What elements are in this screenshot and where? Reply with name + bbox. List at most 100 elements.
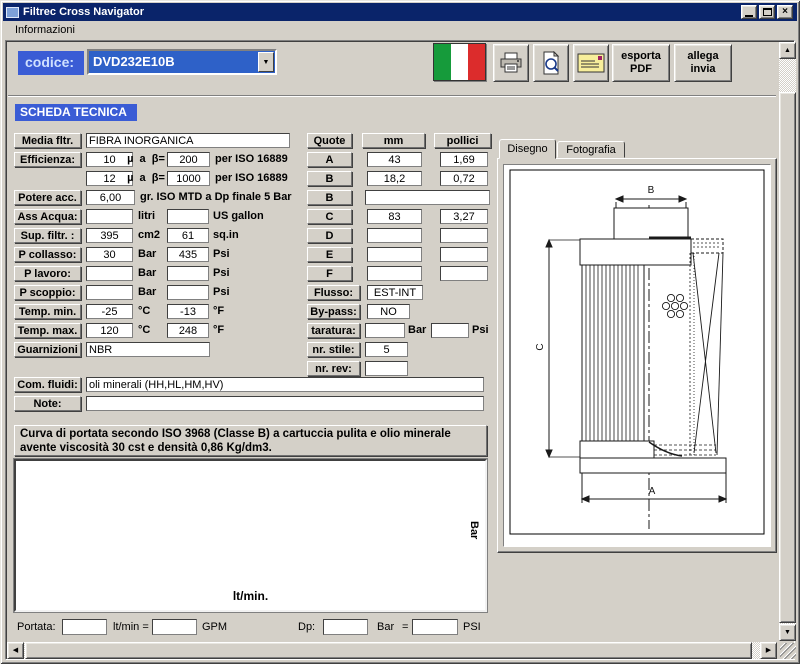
dp-label: Dp:: [298, 621, 316, 633]
gpm-input[interactable]: [152, 619, 197, 635]
quote-b-mm-input[interactable]: [367, 171, 422, 186]
menubar: Informazioni: [3, 21, 797, 40]
burst-psi-unit: Psi: [213, 286, 230, 298]
style-number-label: nr. stile:: [307, 342, 360, 357]
tab-disegno[interactable]: Disegno: [499, 139, 556, 159]
temp-max-f-input[interactable]: [167, 323, 209, 338]
chevron-down-icon: ▼: [262, 59, 270, 66]
revision-number-input[interactable]: [365, 361, 408, 376]
flow-chart: Bar lt/min.: [14, 459, 487, 612]
temp-min-c-input[interactable]: [86, 304, 133, 319]
export-pdf-label-line2: PDF: [630, 63, 652, 75]
attach-send-label-line2: invia: [690, 63, 716, 75]
quote-b-pollici-input[interactable]: [440, 171, 488, 186]
quote-f-mm-input[interactable]: [367, 266, 422, 281]
filter-drawing: B A C: [509, 169, 765, 535]
quote-e-mm-input[interactable]: [367, 247, 422, 262]
minimize-button[interactable]: [741, 5, 757, 19]
dp-input[interactable]: [323, 619, 368, 635]
working-bar-input[interactable]: [86, 266, 133, 281]
horizontal-scroll-thumb[interactable]: [25, 642, 752, 659]
printer-icon: [500, 52, 522, 73]
quote-d-mm-input[interactable]: [367, 228, 422, 243]
note-input[interactable]: [86, 396, 484, 411]
temp-min-f-input[interactable]: [167, 304, 209, 319]
collapse-psi-input[interactable]: [167, 247, 209, 262]
burst-bar-input[interactable]: [86, 285, 133, 300]
ltmin-equals-label: lt/min =: [113, 621, 149, 633]
preview-button[interactable]: [533, 44, 569, 82]
scroll-up-button[interactable]: ▲: [779, 42, 796, 59]
maximize-button[interactable]: [759, 5, 775, 19]
codice-dropdown-button[interactable]: ▼: [258, 52, 274, 72]
scroll-left-button[interactable]: ◀: [7, 642, 24, 659]
dirt-capacity-unit: gr. ISO MTD a Dp finale 5 Bar: [140, 191, 292, 203]
collapse-bar-input[interactable]: [86, 247, 133, 262]
burst-psi-input[interactable]: [167, 285, 209, 300]
taratura-bar-input[interactable]: [365, 323, 405, 338]
quote-d-pollici-input[interactable]: [440, 228, 488, 243]
working-psi-input[interactable]: [167, 266, 209, 281]
efficiency-beta-symbol-2: µ a β=: [127, 172, 165, 184]
email-button[interactable]: [573, 44, 609, 82]
filter-area-sqin-input[interactable]: [167, 228, 209, 243]
vertical-scrollbar[interactable]: ▲ ▼: [779, 42, 796, 641]
efficiency-iso-2: per ISO 16889: [215, 172, 288, 184]
taratura-psi-input[interactable]: [431, 323, 469, 338]
scroll-down-button[interactable]: ▼: [779, 624, 796, 641]
print-button[interactable]: [493, 44, 529, 82]
style-number-input[interactable]: [365, 342, 408, 357]
dim-label-a: A: [649, 486, 656, 497]
bypass-input[interactable]: [367, 304, 410, 319]
quote-e-pollici-input[interactable]: [440, 247, 488, 262]
water-gallons-input[interactable]: [167, 209, 209, 224]
seals-label: Guarnizioni: [14, 342, 81, 357]
attach-send-label-line1: allega: [687, 50, 719, 62]
codice-combobox[interactable]: DVD232E10B ▼: [87, 49, 277, 75]
efficiency-beta-symbol-1: µ a β=: [127, 153, 165, 165]
quote-c-pollici-input[interactable]: [440, 209, 488, 224]
dirt-capacity-input[interactable]: [86, 190, 135, 205]
filter-area-cm2-unit: cm2: [138, 229, 161, 241]
close-button[interactable]: ×: [777, 5, 793, 19]
equals-label: =: [402, 621, 409, 633]
media-filter-input[interactable]: [86, 133, 290, 148]
horizontal-scrollbar[interactable]: ◀ ▶: [7, 642, 777, 659]
attach-send-button[interactable]: allega invia: [674, 44, 732, 82]
dirt-capacity-label: Potere acc.: [14, 190, 81, 205]
compatible-fluids-input[interactable]: [86, 377, 484, 392]
collapse-bar-unit: Bar: [138, 248, 157, 260]
menu-item-informazioni[interactable]: Informazioni: [10, 23, 80, 37]
psi-label: PSI: [463, 621, 481, 633]
vertical-scroll-thumb[interactable]: [779, 92, 796, 623]
quote-a-mm-input[interactable]: [367, 152, 422, 167]
titlebar[interactable]: Filtrec Cross Navigator ×: [3, 3, 797, 21]
temp-max-c-input[interactable]: [86, 323, 133, 338]
dim-label-b: B: [648, 185, 655, 196]
bar-label: Bar: [377, 621, 395, 633]
portata-input[interactable]: [62, 619, 107, 635]
flow-direction-input[interactable]: [367, 285, 423, 300]
export-pdf-button[interactable]: esporta PDF: [612, 44, 670, 82]
quote-header: Quote: [307, 133, 352, 148]
codice-label: codice:: [18, 51, 84, 75]
flag-green-stripe: [434, 44, 451, 80]
scroll-left-icon: ◀: [12, 647, 19, 654]
psi-input[interactable]: [412, 619, 458, 635]
envelope-icon: [577, 53, 605, 73]
water-liters-input[interactable]: [86, 209, 133, 224]
efficiency-beta-1-input[interactable]: [167, 152, 210, 167]
taratura-label: taratura:: [307, 323, 360, 338]
tab-fotografia[interactable]: Fotografia: [557, 141, 625, 158]
filter-area-cm2-input[interactable]: [86, 228, 133, 243]
quote-a-pollici-input[interactable]: [440, 152, 488, 167]
seals-input[interactable]: [86, 342, 210, 357]
italy-flag-icon: [433, 43, 486, 81]
resize-grip[interactable]: [780, 643, 796, 659]
efficiency-beta-2-input[interactable]: [167, 171, 210, 186]
chart-x-axis-label: lt/min.: [232, 589, 269, 603]
scroll-right-button[interactable]: ▶: [760, 642, 777, 659]
quote-f-pollici-input[interactable]: [440, 266, 488, 281]
quote-b2-wide-input[interactable]: [365, 190, 490, 205]
quote-c-mm-input[interactable]: [367, 209, 422, 224]
